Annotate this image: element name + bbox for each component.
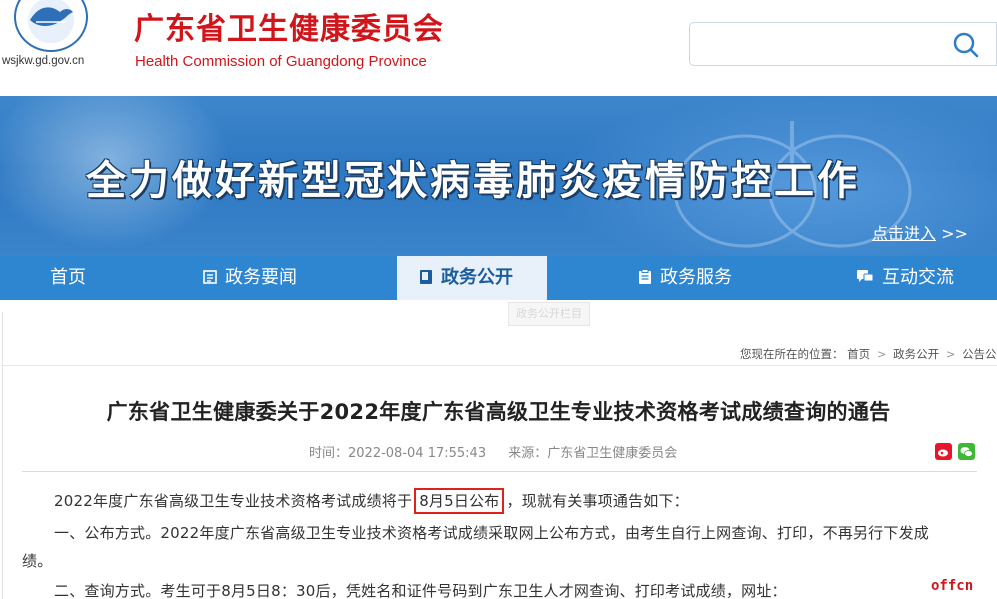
breadcrumb-notices[interactable]: 公告公: [962, 347, 997, 361]
book-icon: [419, 258, 433, 284]
article-meta: 时间：2022-08-04 17:55:43 来源：广东省卫生健康委员会: [309, 442, 695, 461]
search-box: [689, 22, 997, 66]
site-domain: wsjkw.gd.gov.cn: [2, 55, 85, 67]
article-paragraph-3: 二、查询方式。考生可于8月5日8：30后，凭姓名和证件号码到广东卫生人才网查询、…: [54, 582, 787, 599]
logo-emblem-icon: [30, 7, 73, 27]
commission-logo[interactable]: [14, 0, 88, 52]
nav-item-label: 首页: [50, 267, 86, 288]
breadcrumb-sep: >: [876, 347, 887, 361]
nav-item-label: 互动交流: [882, 267, 954, 288]
epidemic-banner[interactable]: 全力做好新型冠状病毒肺炎疫情防控工作 点击进入 >>: [0, 96, 997, 256]
search-input[interactable]: [696, 29, 936, 59]
nav-item-label: 政务公开: [441, 267, 513, 288]
article-title: 广东省卫生健康委关于2022年度广东省高级卫生专业技术资格考试成绩查询的通告: [106, 400, 891, 424]
nav-item-news[interactable]: 政务要闻: [203, 256, 297, 300]
banner-link-label[interactable]: 点击进入: [872, 224, 936, 243]
article-time: 时间：2022-08-04 17:55:43: [309, 446, 487, 461]
nav-item-gov-open[interactable]: 政务公开: [397, 256, 547, 300]
search-icon[interactable]: [950, 29, 982, 61]
article-source: 来源：广东省卫生健康委员会: [508, 446, 678, 461]
clipboard-icon: [638, 258, 652, 284]
nav-item-services[interactable]: 政务服务: [638, 256, 732, 300]
offcn-watermark: offcn: [931, 578, 974, 594]
weibo-share-icon[interactable]: [935, 443, 952, 460]
article-paragraph-1: 2022年度广东省高级卫生专业技术资格考试成绩将于 8月5日公布 ，现就有关事项通告…: [54, 488, 689, 514]
wechat-share-icon[interactable]: [958, 443, 975, 460]
site-header: wsjkw.gd.gov.cn 广东省卫生健康委员会 Health Commis…: [0, 0, 997, 96]
article-paragraph-2-cont: 绩。: [22, 552, 53, 570]
highlighted-date: 8月5日公布: [414, 488, 505, 514]
article-paragraph-2: 一、公布方式。2022年度广东省高级卫生专业技术资格考试成绩采取网上公布方式，由…: [54, 524, 929, 542]
breadcrumb-sep: >: [945, 347, 956, 361]
banner-enter-link[interactable]: 点击进入 >>: [872, 220, 968, 244]
meta-divider: [22, 471, 977, 472]
site-title-cn[interactable]: 广东省卫生健康委员会: [134, 4, 444, 48]
chat-icon: [856, 258, 874, 282]
nav-item-home[interactable]: 首页: [50, 256, 86, 300]
main-nav: 首页 政务要闻 政务公开 政务服务 互动交流: [0, 256, 997, 300]
nav-item-label: 政务服务: [660, 267, 732, 288]
banner-headline: 全力做好新型冠状病毒肺炎疫情防控工作: [86, 158, 860, 204]
breadcrumb-divider: [2, 365, 997, 366]
breadcrumb-gov-open[interactable]: 政务公开: [893, 347, 939, 361]
nav-item-interaction[interactable]: 互动交流: [856, 256, 954, 300]
news-icon: [203, 258, 217, 284]
banner-link-arrows: >>: [941, 224, 968, 243]
breadcrumb-prefix: 您现在所在的位置：: [740, 347, 844, 361]
breadcrumb: 您现在所在的位置： 首页 > 政务公开 > 公告公: [740, 346, 997, 362]
site-title-en: Health Commission of Guangdong Province: [135, 53, 427, 70]
nav-item-label: 政务要闻: [225, 267, 297, 288]
breadcrumb-home[interactable]: 首页: [847, 347, 870, 361]
